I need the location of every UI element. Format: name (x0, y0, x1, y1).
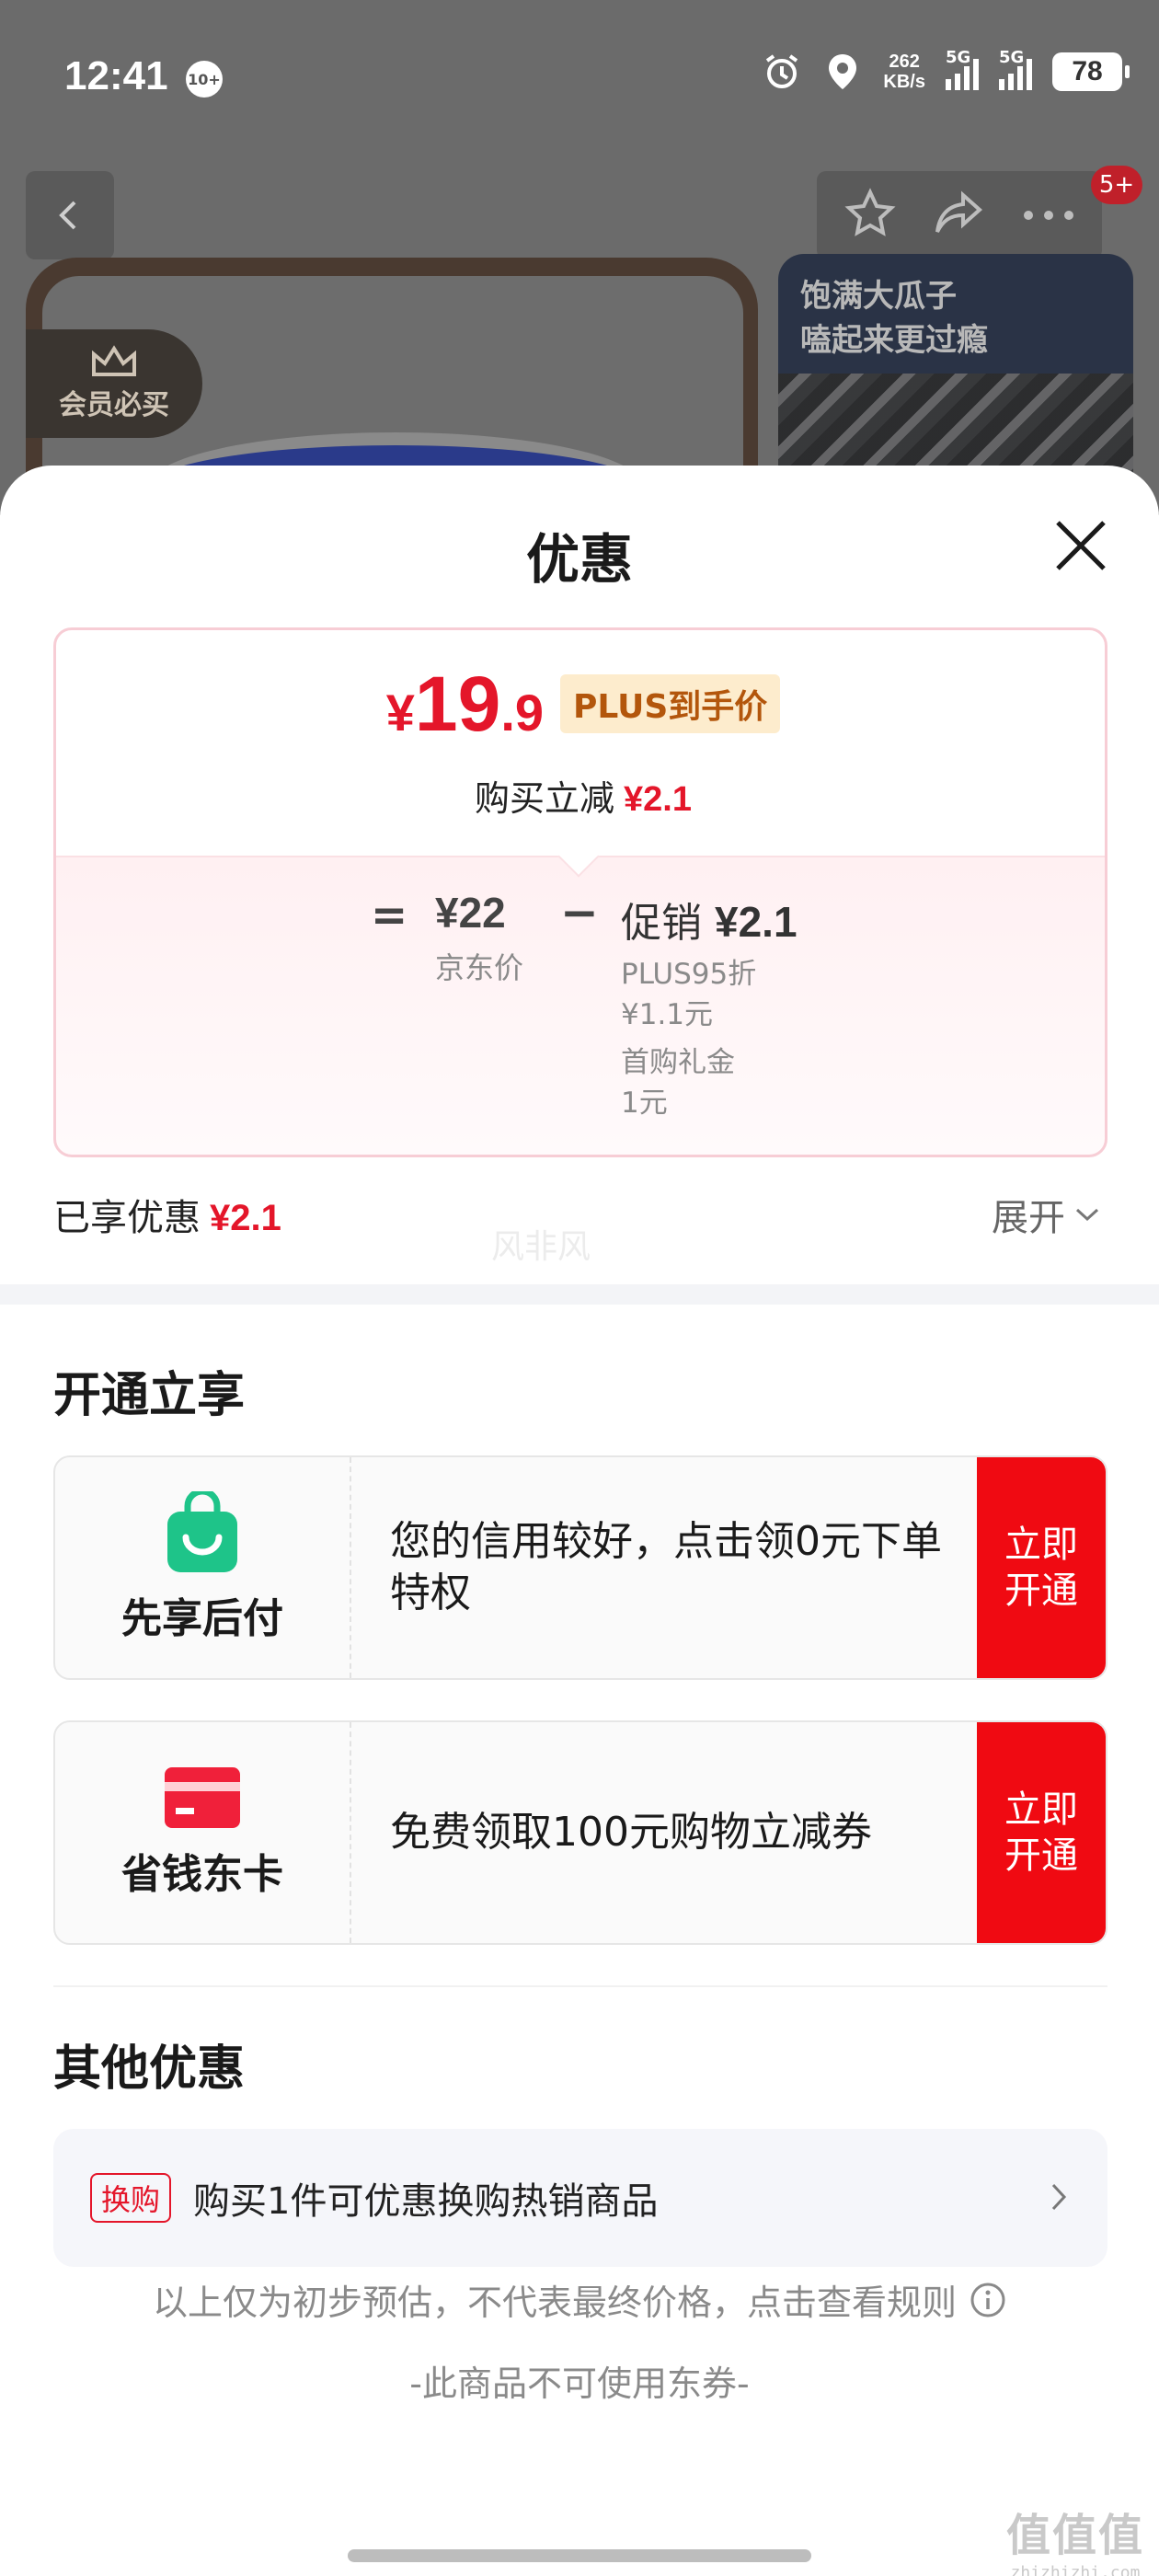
price-decimal: .9 (500, 684, 545, 742)
price-disclaimer[interactable]: 以上仅为初步预估，不代表最终价格，点击查看规则 (0, 2274, 1159, 2325)
more-icon[interactable] (1023, 207, 1074, 224)
shopping-bag-smile-icon (167, 1491, 237, 1572)
notification-badge: 10+ (186, 61, 223, 98)
promo-banner-line2: 嗑起来更过瘾 (800, 322, 988, 359)
service-card-saving-card[interactable]: 省钱东卡 免费领取100元购物立减券 立即开通 (53, 1720, 1107, 1945)
section-divider (0, 1284, 1159, 1305)
equals-sign: = (371, 890, 408, 941)
promotion-item: 首购礼金 1元 (621, 1042, 735, 1123)
alarm-icon (762, 52, 802, 92)
disclaimer-text: 以上仅为初步预估，不代表最终价格，点击查看规则 (152, 2283, 957, 2323)
close-button[interactable] (1047, 512, 1115, 580)
open-section-title: 开通立享 (53, 1368, 246, 1423)
sheet-title: 优惠 (525, 528, 633, 591)
net-speed-unit: KB/s (883, 72, 925, 92)
minus-sign: − (560, 886, 599, 939)
plus-price-tag: PLUS到手价 (560, 674, 781, 733)
back-button[interactable] (26, 171, 114, 259)
net-speed-value: 262 (889, 52, 920, 72)
activate-button-label: 立即开通 (1004, 1788, 1078, 1877)
no-coupon-notice: -此商品不可使用东券- (409, 2363, 750, 2404)
logo-text: 值值值 (1005, 2510, 1144, 2561)
expand-button[interactable]: 展开 (992, 1188, 1100, 1241)
cart-badge: 5+ (1091, 166, 1142, 204)
sim2-label: 5G (999, 48, 1025, 67)
expand-label: 展开 (992, 1197, 1065, 1239)
promotion-item-value: ¥1.1元 (621, 998, 714, 1031)
status-time: 12:41 (64, 53, 168, 98)
sim1-label: 5G (946, 48, 971, 67)
chevron-right-icon (1051, 2183, 1067, 2211)
network-speed: 262 KB/s (883, 52, 925, 92)
enjoyed-label: 已享优惠 (53, 1197, 201, 1239)
jd-price-label: 京东价 (435, 950, 524, 985)
status-icons: 262 KB/s 5G 5G 78 (762, 48, 1130, 92)
chevron-down-icon (1075, 1208, 1099, 1222)
discount-sheet: 优惠 ¥ 19 .9 PLUS到手价 购买立减 ¥2.1 = ¥22 京东价 − … (0, 466, 1159, 2576)
promotion-item: PLUS95折 ¥1.1元 (621, 954, 756, 1035)
promotion-item-name: 首购礼金 (621, 1046, 735, 1079)
promo-banner-line1: 饱满大瓜子 (800, 278, 957, 315)
promotion-item-value: 1元 (621, 1087, 668, 1120)
other-section-title: 其他优惠 (53, 2041, 246, 2097)
service-card-pay-later[interactable]: 先享后付 您的信用较好，点击领0元下单特权 立即开通 (53, 1455, 1107, 1680)
service-name: 省钱东卡 (121, 1851, 283, 1898)
product-actions (817, 171, 1102, 259)
final-price: ¥ 19 .9 (386, 665, 544, 742)
promotion-item-name: PLUS95折 (621, 958, 757, 991)
divider (53, 1985, 1107, 1987)
status-bar: 12:41 10+ 262 KB/s 5G 5G 78 (0, 0, 1159, 156)
site-watermark-logo: 值值值 zhizhizhi.com (1006, 2499, 1144, 2576)
close-icon (1056, 521, 1106, 570)
enjoyed-discount: 已享优惠 ¥2.1 (53, 1188, 281, 1241)
final-price-row: ¥ 19 .9 PLUS到手价 (56, 665, 1105, 742)
vip-must-buy-tag: 会员必买 (26, 329, 202, 438)
promotion-amount: ¥2.1 (715, 898, 798, 946)
info-icon (970, 2283, 1005, 2317)
activate-button[interactable]: 立即开通 (977, 1457, 1106, 1678)
price-currency: ¥ (385, 684, 415, 742)
vip-tag-label: 会员必买 (59, 389, 169, 421)
crown-icon (92, 345, 136, 376)
jd-price: ¥22 (435, 889, 506, 937)
reduce-label: 购买立减 (475, 778, 615, 819)
battery-icon: 78 (1052, 52, 1130, 91)
service-description: 免费领取100元购物立减券 (390, 1809, 872, 1856)
price-summary-card: ¥ 19 .9 PLUS到手价 购买立减 ¥2.1 = ¥22 京东价 − 促销 … (53, 627, 1107, 1157)
exchange-offer-text: 购买1件可优惠换购热销商品 (193, 2180, 659, 2223)
exchange-tag: 换购 (90, 2173, 172, 2223)
home-indicator[interactable] (348, 2549, 811, 2562)
service-name: 先享后付 (121, 1595, 283, 1642)
enjoyed-amount: ¥2.1 (210, 1198, 281, 1238)
watermark: 风非风 (491, 1228, 591, 1266)
chevron-left-icon (59, 201, 76, 230)
signal-sim1-icon: 5G (946, 48, 979, 90)
activate-button-label: 立即开通 (1004, 1524, 1078, 1612)
promotion-label: 促销 (621, 900, 702, 947)
reduce-amount: ¥2.1 (624, 780, 692, 819)
price-integer: 19 (414, 661, 501, 747)
location-icon (822, 52, 863, 92)
service-brand: 省钱东卡 (55, 1722, 351, 1943)
service-description: 您的信用较好，点击领0元下单特权 (390, 1518, 942, 1616)
activate-button[interactable]: 立即开通 (977, 1722, 1106, 1943)
purchase-reduction: 购买立减 ¥2.1 (56, 770, 1105, 821)
card-icon (165, 1767, 240, 1828)
exchange-offer-row[interactable]: 换购 购买1件可优惠换购热销商品 (53, 2129, 1107, 2267)
favorite-star-icon[interactable] (844, 188, 896, 243)
share-icon[interactable] (932, 188, 987, 243)
product-page-background: 12:41 10+ 262 KB/s 5G 5G 78 5+ 会员必买 饱满大瓜… (0, 0, 1159, 515)
signal-sim2-icon: 5G (999, 48, 1032, 90)
service-brand: 先享后付 (55, 1457, 351, 1678)
logo-domain: zhizhizhi.com (1010, 2563, 1141, 2576)
promotion-total: 促销 ¥2.1 (621, 890, 798, 949)
